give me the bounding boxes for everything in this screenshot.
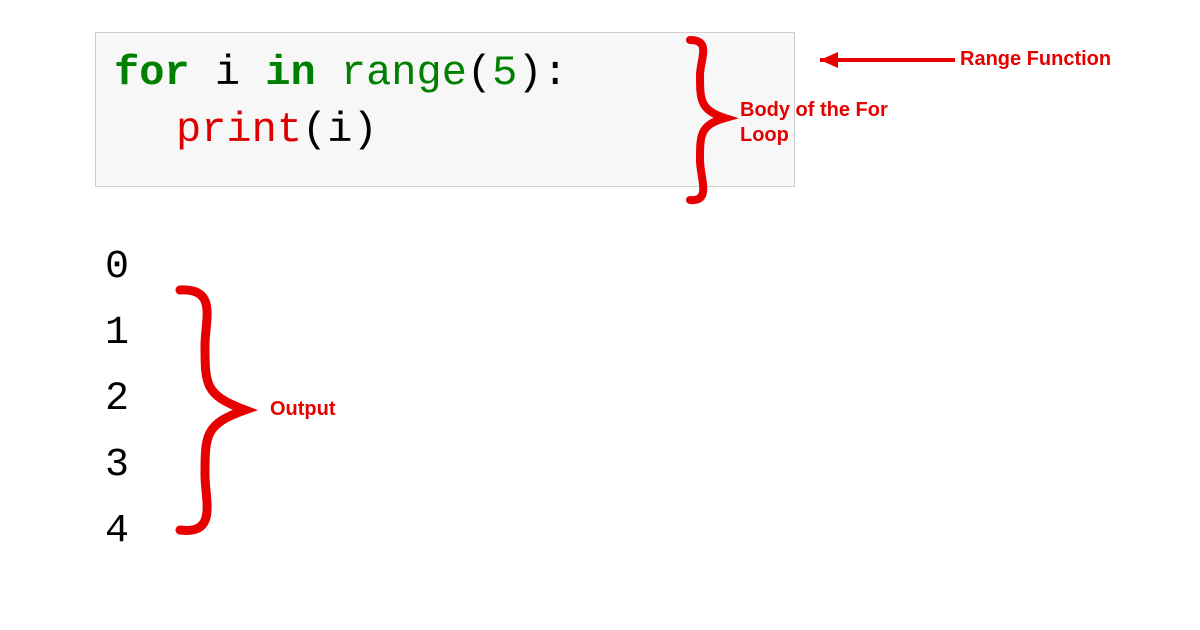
function-range: range (341, 49, 467, 97)
output-line: 2 (105, 367, 129, 433)
annotation-range-function: Range Function (960, 48, 1111, 71)
annotation-body-of-loop: Body of the For Loop (740, 98, 910, 148)
output-line: 0 (105, 235, 129, 301)
lparen: ( (302, 106, 327, 154)
identifier-i: i (190, 49, 266, 97)
output-line: 3 (105, 433, 129, 499)
arrow-range-function (820, 52, 955, 68)
output-line: 4 (105, 499, 129, 565)
output-line: 1 (105, 301, 129, 367)
range-argument: 5 (492, 49, 517, 97)
lparen: ( (467, 49, 492, 97)
keyword-for: for (114, 49, 190, 97)
rparen: ) (517, 49, 542, 97)
output-block: 0 1 2 3 4 (105, 235, 129, 565)
keyword-in: in (265, 49, 315, 97)
code-line-2: print(i) (114, 102, 776, 159)
brace-output (180, 290, 245, 531)
print-argument: i (327, 106, 352, 154)
annotation-output: Output (270, 398, 336, 421)
colon: : (543, 49, 568, 97)
code-block: for i in range(5): print(i) (95, 32, 795, 187)
rparen: ) (352, 106, 377, 154)
function-print: print (176, 106, 302, 154)
code-line-1: for i in range(5): (114, 45, 776, 102)
